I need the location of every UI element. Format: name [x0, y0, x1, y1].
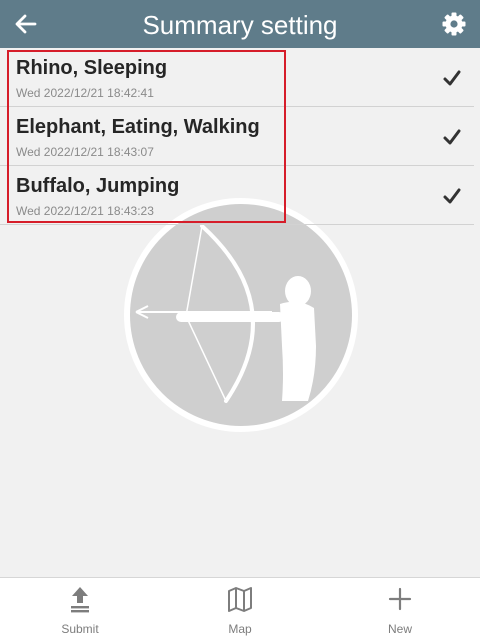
submit-button[interactable]: Submit — [0, 578, 160, 640]
page-title: Summary setting — [142, 10, 338, 40]
bottom-nav: Submit Map New — [0, 577, 480, 640]
checkmark-icon[interactable] — [442, 186, 462, 206]
plus-icon — [388, 587, 412, 611]
item-timestamp: Wed 2022/12/21 18:43:07 — [16, 145, 154, 159]
item-timestamp: Wed 2022/12/21 18:42:41 — [16, 86, 154, 100]
summary-list: Rhino, Sleeping Wed 2022/12/21 18:42:41 … — [0, 48, 474, 225]
app-header: Summary setting — [0, 0, 480, 48]
checkmark-icon[interactable] — [442, 127, 462, 147]
archer-logo-icon — [124, 198, 358, 432]
list-item[interactable]: Buffalo, Jumping Wed 2022/12/21 18:43:23 — [0, 166, 474, 225]
map-icon — [228, 587, 252, 612]
item-title: Buffalo, Jumping — [16, 175, 180, 197]
checkmark-icon[interactable] — [442, 68, 462, 88]
submit-label: Submit — [61, 622, 99, 636]
map-label: Map — [228, 622, 252, 636]
map-button[interactable]: Map — [160, 578, 320, 640]
upload-icon — [71, 587, 89, 613]
new-label: New — [387, 622, 412, 636]
item-title: Rhino, Sleeping — [16, 57, 168, 79]
item-timestamp: Wed 2022/12/21 18:43:23 — [16, 204, 154, 218]
item-title: Elephant, Eating, Walking — [16, 116, 260, 138]
list-item[interactable]: Elephant, Eating, Walking Wed 2022/12/21… — [0, 107, 474, 166]
new-button[interactable]: New — [320, 578, 480, 640]
gear-icon — [442, 12, 466, 36]
list-item[interactable]: Rhino, Sleeping Wed 2022/12/21 18:42:41 — [0, 48, 474, 107]
settings-button[interactable] — [436, 6, 472, 42]
